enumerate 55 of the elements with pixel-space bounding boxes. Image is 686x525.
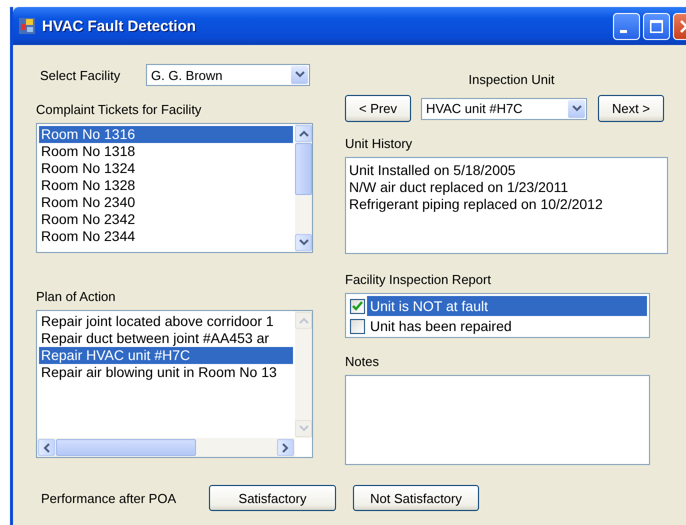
window-title: HVAC Fault Detection bbox=[42, 18, 196, 34]
horizontal-scrollbar[interactable] bbox=[37, 438, 295, 457]
ticket-item[interactable]: Room No 2340 bbox=[39, 194, 293, 211]
ticket-item[interactable]: Room No 2344 bbox=[39, 228, 293, 245]
plan-item[interactable]: Repair HVAC unit #H7C bbox=[39, 347, 293, 364]
notes-field[interactable] bbox=[345, 375, 650, 465]
performance-button[interactable]: Satisfactory bbox=[209, 485, 336, 511]
inspection-unit-label: Inspection Unit bbox=[468, 72, 554, 87]
maximize-icon bbox=[650, 20, 663, 32]
report-option[interactable]: Unit is NOT at fault bbox=[367, 296, 647, 316]
checkmark-icon bbox=[352, 301, 363, 311]
plan-of-action-list[interactable]: Repair joint located above corridoor 1 Repair duct between joint #AA453 ar Repair HVAC unit #H7C Repair air blowing unit in Room No 13 bbox=[36, 310, 313, 458]
unit-history-label: Unit History bbox=[345, 136, 412, 151]
chevron-down-icon bbox=[572, 104, 582, 112]
vertical-scrollbar[interactable] bbox=[295, 124, 312, 252]
history-line: Unit Installed on 5/18/2005 bbox=[349, 162, 517, 179]
notes-label: Notes bbox=[345, 354, 379, 369]
chevron-down-icon bbox=[298, 425, 308, 432]
plan-of-action-label: Plan of Action bbox=[36, 289, 116, 304]
prev-button[interactable]: < Prev bbox=[345, 95, 411, 122]
chevron-down-icon bbox=[298, 239, 308, 246]
performance-label: Performance after POA bbox=[41, 490, 178, 506]
minimize-button[interactable] bbox=[613, 12, 640, 40]
ticket-item[interactable]: Room No 1324 bbox=[39, 160, 293, 177]
history-line: Refrigerant piping replaced on 10/2/2012 bbox=[349, 196, 604, 213]
next-button[interactable]: Next > bbox=[598, 95, 664, 122]
complaint-tickets-label: Complaint Tickets for Facility bbox=[36, 102, 202, 117]
plan-item[interactable]: Repair joint located above corridoor 1 bbox=[39, 313, 293, 330]
chevron-right-icon bbox=[282, 442, 289, 452]
ticket-item[interactable]: Room No 1316 bbox=[39, 126, 293, 143]
performance-button[interactable]: Not Satisfactory bbox=[353, 485, 479, 511]
scroll-thumb[interactable] bbox=[56, 439, 196, 456]
history-line: N/W air duct replaced on 1/23/2011 bbox=[349, 179, 570, 196]
ticket-item[interactable]: Room No 2342 bbox=[39, 211, 293, 228]
plan-item[interactable]: Repair air blowing unit in Room No 13 bbox=[39, 364, 293, 381]
checkbox[interactable] bbox=[350, 318, 365, 334]
facility-dropdown[interactable]: G. G. Brown bbox=[146, 64, 310, 86]
checkbox[interactable] bbox=[350, 298, 365, 314]
report-option[interactable]: Unit has been repaired bbox=[367, 316, 647, 336]
inspection-report-label: Facility Inspection Report bbox=[345, 272, 491, 287]
chevron-down-icon bbox=[294, 71, 304, 79]
ticket-item[interactable]: Room No 1318 bbox=[39, 143, 293, 160]
unit-history-field[interactable]: Unit Installed on 5/18/2005 N/W air duct replaced on 1/23/2011 Refrigerant piping replaced on 10/2/2012 bbox=[345, 157, 668, 254]
plan-item[interactable]: Repair duct between joint #AA453 ar bbox=[39, 330, 293, 347]
chevron-up-icon bbox=[298, 317, 308, 324]
chevron-left-icon bbox=[43, 442, 50, 452]
facility-label: Select Facility bbox=[40, 68, 122, 82]
inspection-unit-dropdown[interactable]: HVAC unit #H7C bbox=[421, 98, 587, 120]
scroll-thumb[interactable] bbox=[295, 143, 312, 195]
app-icon bbox=[19, 18, 35, 34]
minimize-icon bbox=[620, 30, 626, 32]
ticket-item[interactable]: Room No 1328 bbox=[39, 177, 293, 194]
chevron-up-icon bbox=[298, 130, 308, 137]
maximize-button[interactable] bbox=[643, 12, 670, 40]
complaint-tickets-list[interactable]: Room No 1316 Room No 1318 Room No 1324 Room No 1328 Room No 2340 Room No 2342 Room No 2344 bbox=[36, 123, 313, 253]
